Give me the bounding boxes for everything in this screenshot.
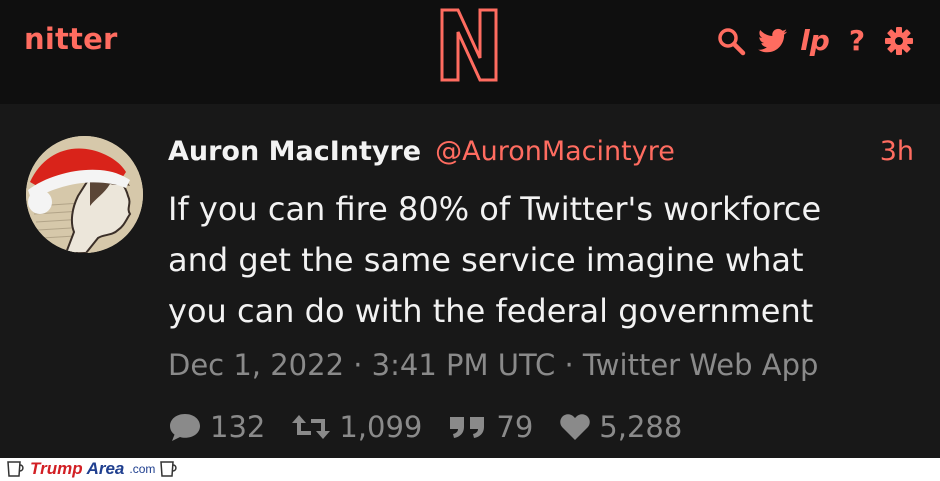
heart-icon <box>560 414 591 440</box>
quote-icon <box>450 417 485 438</box>
navbar: nitter lp ? <box>0 0 940 104</box>
brand-link[interactable]: nitter <box>24 22 117 56</box>
retweets-count: 1,099 <box>339 410 423 444</box>
tweet-time-ago[interactable]: 3h <box>880 136 914 167</box>
username[interactable]: @AuronMacintyre <box>435 136 675 167</box>
settings-icon[interactable] <box>884 26 914 56</box>
tweet-stats: 132 1,099 79 5,288 <box>168 410 682 444</box>
watermark-area: Area <box>86 459 125 478</box>
tweet-header: Auron MacIntyre @AuronMacintyre <box>168 136 675 172</box>
watermark-trump: Trump <box>30 459 83 478</box>
nitter-logo-icon[interactable] <box>436 6 502 84</box>
fullname[interactable]: Auron MacIntyre <box>168 136 421 167</box>
watermark: Trump Area .com <box>6 459 179 479</box>
tweet-date[interactable]: Dec 1, 2022 · 3:41 PM UTC · Twitter Web … <box>168 348 818 382</box>
twitter-bird-icon[interactable] <box>758 26 788 56</box>
lp-icon[interactable]: lp <box>800 26 830 56</box>
replies-count: 132 <box>210 410 266 444</box>
comment-icon <box>170 414 200 441</box>
avatar[interactable] <box>26 136 143 253</box>
likes-count: 5,288 <box>599 410 683 444</box>
help-icon[interactable]: ? <box>842 26 872 56</box>
mug-icon <box>7 461 24 477</box>
quotes-stat[interactable]: 79 <box>448 410 533 444</box>
watermark-bar: Trump Area .com <box>0 458 940 481</box>
watermark-com: .com <box>129 462 156 476</box>
retweet-icon <box>292 415 331 439</box>
tweet: Auron MacIntyre @AuronMacintyre 3h If yo… <box>0 104 940 458</box>
quotes-count: 79 <box>496 410 534 444</box>
nav-icons: lp ? <box>716 26 914 56</box>
likes-stat[interactable]: 5,288 <box>559 410 682 444</box>
search-icon[interactable] <box>716 26 746 56</box>
mug-icon <box>160 461 178 477</box>
retweets-stat[interactable]: 1,099 <box>291 410 422 444</box>
tweet-text: If you can fire 80% of Twitter's workfor… <box>168 190 822 330</box>
replies-stat[interactable]: 132 <box>168 410 265 444</box>
